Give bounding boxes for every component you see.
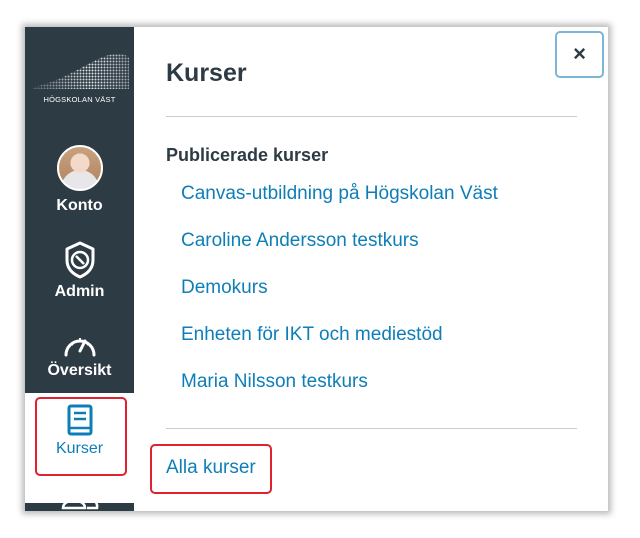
close-button[interactable]: ×	[555, 31, 604, 78]
nav-label-konto: Konto	[56, 197, 103, 214]
logo-text: HÖGSKOLAN VÄST	[43, 95, 116, 104]
course-link[interactable]: Enheten för IKT och mediestöd	[181, 324, 443, 345]
divider	[166, 116, 577, 117]
list-item: Enheten för IKT och mediestöd	[181, 324, 498, 371]
shield-icon	[65, 241, 94, 279]
course-link[interactable]: Canvas-utbildning på Högskolan Väst	[181, 183, 498, 204]
published-courses-heading: Publicerade kurser	[166, 145, 329, 165]
canvas-window: HÖGSKOLAN VÄST Konto Admin Översikt Kurs…	[25, 27, 608, 511]
courses-tray: × Kurser Publicerade kurser Canvas-utbil…	[134, 27, 608, 511]
groups-icon	[61, 479, 98, 510]
school-logo[interactable]: HÖGSKOLAN VÄST	[25, 27, 134, 124]
list-item: Canvas-utbildning på Högskolan Väst	[181, 183, 498, 230]
course-link[interactable]: Demokurs	[181, 277, 268, 298]
course-link[interactable]: Caroline Andersson testkurs	[181, 230, 419, 251]
global-navigation: HÖGSKOLAN VÄST Konto Admin Översikt Kurs…	[25, 27, 134, 511]
course-list: Canvas-utbildning på Högskolan Väst Caro…	[181, 183, 498, 418]
tray-title: Kurser	[166, 59, 247, 87]
list-item: Demokurs	[181, 277, 498, 324]
highlight-kurser	[35, 397, 127, 476]
list-item: Maria Nilsson testkurs	[181, 371, 498, 418]
nav-label-oversikt: Översikt	[47, 362, 112, 379]
logo-wave-icon	[33, 53, 129, 89]
dashboard-icon	[64, 338, 95, 357]
nav-item-oversikt[interactable]: Översikt	[25, 329, 134, 380]
highlight-all-courses	[150, 444, 272, 494]
nav-label-admin: Admin	[54, 283, 105, 300]
avatar	[56, 145, 103, 191]
divider	[166, 428, 577, 429]
course-link[interactable]: Maria Nilsson testkurs	[181, 371, 368, 392]
nav-item-admin[interactable]: Admin	[25, 240, 134, 301]
nav-item-konto[interactable]: Konto	[25, 145, 134, 215]
list-item: Caroline Andersson testkurs	[181, 230, 498, 277]
nav-item-grupper[interactable]	[25, 478, 134, 511]
